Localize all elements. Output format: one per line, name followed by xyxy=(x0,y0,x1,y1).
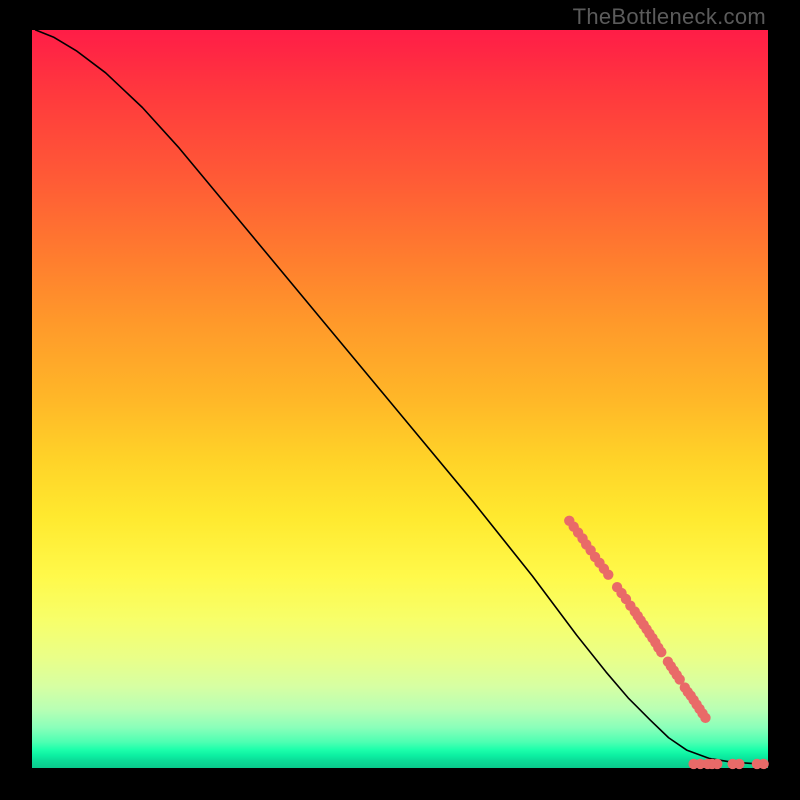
scatter-point xyxy=(603,569,613,579)
chart-frame: TheBottleneck.com xyxy=(0,0,800,800)
scatter-point xyxy=(712,759,722,769)
plot-overlay xyxy=(32,30,768,768)
scatter-point xyxy=(758,759,768,769)
watermark-text: TheBottleneck.com xyxy=(573,4,766,30)
scatter-point xyxy=(734,759,744,769)
scatter-point xyxy=(656,647,666,657)
scatter-point xyxy=(700,713,710,723)
scatter-group xyxy=(564,516,769,770)
